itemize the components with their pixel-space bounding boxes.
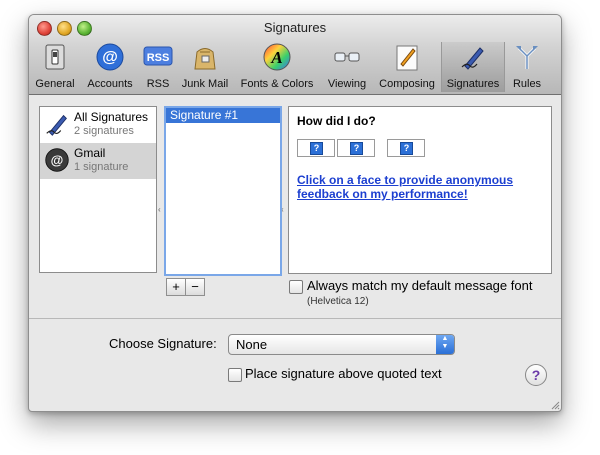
- signature-row[interactable]: Signature #1: [166, 108, 280, 123]
- junk-mail-bag-icon: [194, 48, 216, 70]
- place-above-checkbox[interactable]: [228, 368, 242, 382]
- at-sign-icon: @: [96, 43, 124, 71]
- placeholder-image-icon: ?: [310, 142, 323, 155]
- glasses-icon: [334, 52, 360, 62]
- account-name: All Signatures: [74, 110, 149, 124]
- signature-pen-icon: [461, 47, 484, 70]
- toolbar-label: Composing: [379, 78, 435, 90]
- resize-grip-icon[interactable]: [550, 400, 560, 410]
- help-button[interactable]: ?: [525, 364, 547, 386]
- svg-text:RSS: RSS: [147, 52, 170, 64]
- choose-signature-select[interactable]: None ▲ ▼: [228, 334, 455, 355]
- toolbar-label: Junk Mail: [181, 78, 229, 90]
- accounts-list[interactable]: All Signatures 2 signatures @ Gmail 1 si…: [39, 106, 157, 273]
- signature-preview[interactable]: How did I do? ? ? ? Click on a face to p…: [288, 106, 552, 274]
- rules-icon: [516, 46, 538, 69]
- preferences-window: Signatures General @ Accounts RSS RSS Ju…: [28, 14, 562, 412]
- at-sign-icon: @: [45, 148, 69, 172]
- account-count: 1 signature: [74, 161, 129, 173]
- remove-signature-button[interactable]: −: [185, 278, 205, 296]
- rss-icon: RSS: [143, 46, 173, 66]
- signature-pen-icon: [46, 114, 67, 136]
- choose-signature-label: Choose Signature:: [109, 336, 217, 351]
- divider: [29, 318, 561, 319]
- account-row-all-signatures[interactable]: All Signatures 2 signatures: [40, 107, 156, 143]
- placeholder-image-icon: ?: [400, 142, 413, 155]
- splitter-handle[interactable]: ‹: [158, 205, 161, 214]
- toolbar-label: Accounts: [87, 78, 133, 90]
- match-font-label: Always match my default message font: [307, 278, 533, 293]
- preview-heading: How did I do?: [297, 114, 376, 128]
- font-name-text: (Helvetica 12): [307, 296, 369, 307]
- toolbar-accounts[interactable]: @ Accounts: [81, 42, 139, 92]
- toolbar-general[interactable]: General: [33, 42, 77, 92]
- feedback-link[interactable]: Click on a face to provide anonymous fee…: [297, 173, 537, 201]
- toolbar-label: Fonts & Colors: [240, 78, 314, 90]
- toolbar-fonts-colors[interactable]: A Fonts & Colors: [237, 42, 317, 92]
- select-value: None: [236, 337, 268, 352]
- title-bar: Signatures General @ Accounts RSS RSS Ju…: [29, 15, 561, 95]
- add-signature-button[interactable]: +: [166, 278, 186, 296]
- toolbar-viewing[interactable]: Viewing: [321, 42, 373, 92]
- svg-text:@: @: [51, 152, 64, 167]
- toolbar-composing[interactable]: Composing: [375, 42, 439, 92]
- fonts-colors-icon: A: [263, 43, 291, 71]
- updown-arrows-icon: ▲ ▼: [436, 335, 454, 354]
- toolbar-label: RSS: [146, 78, 170, 90]
- signatures-list[interactable]: Signature #1: [164, 106, 282, 276]
- toolbar-label: Viewing: [327, 78, 367, 90]
- window-title: Signatures: [263, 20, 327, 35]
- toolbar-junk-mail[interactable]: Junk Mail: [177, 42, 233, 92]
- svg-text:A: A: [270, 48, 282, 67]
- general-switch-icon: [45, 44, 65, 70]
- face-image-2[interactable]: ?: [337, 139, 375, 157]
- toolbar-label: Signatures: [446, 78, 500, 90]
- toolbar-label: General: [35, 78, 75, 90]
- face-image-3[interactable]: ?: [387, 139, 425, 157]
- pencil-paper-icon: [396, 45, 418, 71]
- match-font-checkbox[interactable]: [289, 280, 303, 294]
- account-count: 2 signatures: [74, 125, 134, 137]
- place-above-label: Place signature above quoted text: [245, 366, 442, 381]
- svg-text:@: @: [102, 49, 118, 66]
- account-name: Gmail: [74, 146, 106, 160]
- placeholder-image-icon: ?: [350, 142, 363, 155]
- face-image-1[interactable]: ?: [297, 139, 335, 157]
- toolbar-label: Rules: [512, 78, 542, 90]
- account-row-gmail[interactable]: @ Gmail 1 signature: [40, 143, 156, 179]
- toolbar-rules[interactable]: Rules: [507, 42, 547, 92]
- signature-name: Signature #1: [170, 108, 239, 122]
- toolbar-signatures[interactable]: Signatures: [441, 42, 505, 92]
- toolbar-rss[interactable]: RSS RSS: [141, 42, 175, 92]
